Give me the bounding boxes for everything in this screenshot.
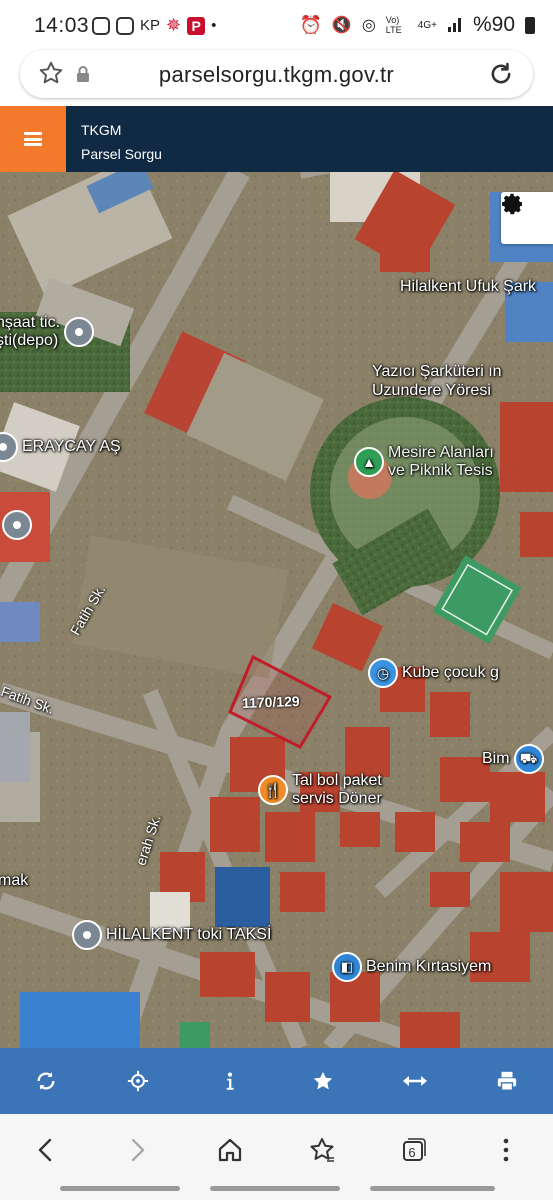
network-type: 4G+ — [417, 19, 437, 31]
print-icon — [497, 1071, 517, 1091]
poi-tal-bol[interactable]: 🍴 Tal bol paket servis Döner — [258, 772, 382, 808]
menu-button[interactable] — [0, 106, 66, 172]
poi-hilalkent-ufuk[interactable]: Hilalkent Ufuk Şark — [400, 278, 536, 296]
battery-icon — [525, 16, 535, 34]
home-icon — [218, 1138, 242, 1162]
poi-label: ERAYCAY AŞ — [22, 438, 121, 455]
poi-kirtasiye[interactable]: ◧ Benim Kırtasiyem — [332, 952, 491, 982]
back-button[interactable] — [25, 1130, 65, 1170]
print-button[interactable] — [484, 1058, 530, 1104]
map-settings-button[interactable] — [501, 192, 553, 244]
clock: 14:03 — [34, 14, 90, 37]
back-icon — [38, 1138, 52, 1162]
locate-icon — [128, 1070, 149, 1092]
shopping-bag-icon: ◧ — [332, 952, 362, 982]
poi-label: Hilalkent Ufuk Şark — [400, 278, 537, 295]
satellite-map[interactable]: nşaat tic. şti(depo) ERAYCAY AŞ Hilalken… — [0, 172, 553, 1048]
notification-icons: KP ✵ P • — [92, 15, 216, 36]
home-button[interactable] — [210, 1130, 250, 1170]
refresh-icon — [37, 1072, 55, 1090]
app-subtitle: Parsel Sorgu — [81, 146, 162, 162]
poi-label: nşaat tic. şti(depo) — [0, 314, 61, 349]
app-header: TKGM Parsel Sorgu — [0, 106, 553, 172]
hamburger-menu-icon — [24, 132, 42, 146]
dot-indicator: • — [211, 17, 217, 34]
poi-label: HİLALKENT toki TAKSİ — [106, 926, 272, 943]
kp-text: KP — [140, 17, 161, 34]
parcel-number-label[interactable]: 1170/129 — [242, 693, 300, 711]
measure-button[interactable] — [392, 1058, 438, 1104]
more-button[interactable] — [486, 1130, 526, 1170]
poi-label: Mesire Alanları ve Piknik Tesis — [388, 444, 494, 479]
place-pin-icon — [64, 317, 95, 347]
favorite-button[interactable] — [300, 1058, 346, 1104]
volte-indicator: Vo) LTE — [385, 15, 402, 35]
place-pin-icon — [0, 432, 18, 462]
poi-pin-left[interactable] — [2, 510, 32, 540]
url-text[interactable]: parselsorgu.tkgm.gov.tr — [20, 62, 533, 88]
poi-insaat[interactable]: nşaat tic. şti(depo) — [0, 314, 95, 350]
system-icons: ⏰ 🔇 ◎ Vo) LTE 4G+ %90 — [299, 13, 535, 37]
forward-icon — [131, 1138, 145, 1162]
map-toolbar — [0, 1048, 553, 1114]
status-bar: 14:03 KP ✵ P • ⏰ 🔇 ◎ Vo) LTE 4G+ %90 — [0, 0, 553, 52]
place-pin-icon — [2, 510, 32, 540]
address-bar[interactable]: parselsorgu.tkgm.gov.tr — [20, 50, 533, 98]
store-icon: ◷ — [368, 658, 398, 688]
poi-eraycay[interactable]: ERAYCAY AŞ — [0, 432, 121, 462]
poi-mak[interactable]: mak — [0, 872, 28, 890]
poi-mesire[interactable]: ▲ Mesire Alanları ve Piknik Tesis — [354, 444, 494, 480]
hotspot-icon: ◎ — [361, 17, 376, 34]
poi-label: Benim Kırtasiyem — [366, 958, 492, 975]
poi-label: Yazıcı Şarküteri ın Uzundere Yöresi — [372, 363, 502, 399]
measure-arrows-icon — [402, 1076, 427, 1086]
bookmarks-button[interactable] — [302, 1130, 342, 1170]
favorite-star-icon — [313, 1071, 332, 1090]
gesture-bar-left — [60, 1186, 180, 1191]
forward-button[interactable] — [118, 1130, 158, 1170]
instagram-icon — [116, 16, 134, 35]
gesture-bar-middle — [210, 1186, 340, 1191]
alarm-icon: ⏰ — [299, 14, 322, 35]
poi-bim[interactable]: Bim ⛟ — [482, 744, 544, 774]
battery-level: %90 — [472, 13, 515, 36]
tabs-button[interactable]: 6 — [394, 1130, 434, 1170]
gesture-bar-right — [370, 1186, 495, 1191]
locate-button[interactable] — [115, 1058, 161, 1104]
notification-icon — [92, 16, 110, 35]
restaurant-icon: 🍴 — [258, 775, 288, 805]
poi-label: mak — [0, 872, 29, 889]
more-icon — [503, 1138, 509, 1162]
poi-kube[interactable]: ◷ Kube çocuk g — [368, 658, 499, 688]
tabs-count: 6 — [408, 1144, 416, 1160]
mute-icon: 🔇 — [331, 17, 352, 34]
tree-icon: ▲ — [354, 447, 384, 477]
bookmark-star-icon — [310, 1138, 334, 1162]
info-button[interactable] — [207, 1058, 253, 1104]
refresh-button[interactable] — [23, 1058, 69, 1104]
poi-label: Kube çocuk g — [402, 664, 499, 681]
poi-yazici[interactable]: Yazıcı Şarküteri ın Uzundere Yöresi — [372, 362, 502, 400]
place-pin-icon — [72, 920, 102, 950]
info-icon — [227, 1072, 235, 1090]
p-badge-icon: P — [187, 16, 206, 35]
poi-taksi[interactable]: HİLALKENT toki TAKSİ — [72, 920, 271, 950]
cart-icon: ⛟ — [513, 744, 544, 774]
poi-label: Tal bol paket servis Döner — [292, 772, 382, 807]
reload-icon[interactable] — [487, 60, 515, 88]
gear-icon — [502, 193, 522, 215]
ship-wheel-icon: ✵ — [166, 15, 182, 35]
poi-label: Bim — [482, 750, 510, 767]
app-title: TKGM — [81, 122, 122, 138]
signal-icon — [447, 16, 463, 35]
